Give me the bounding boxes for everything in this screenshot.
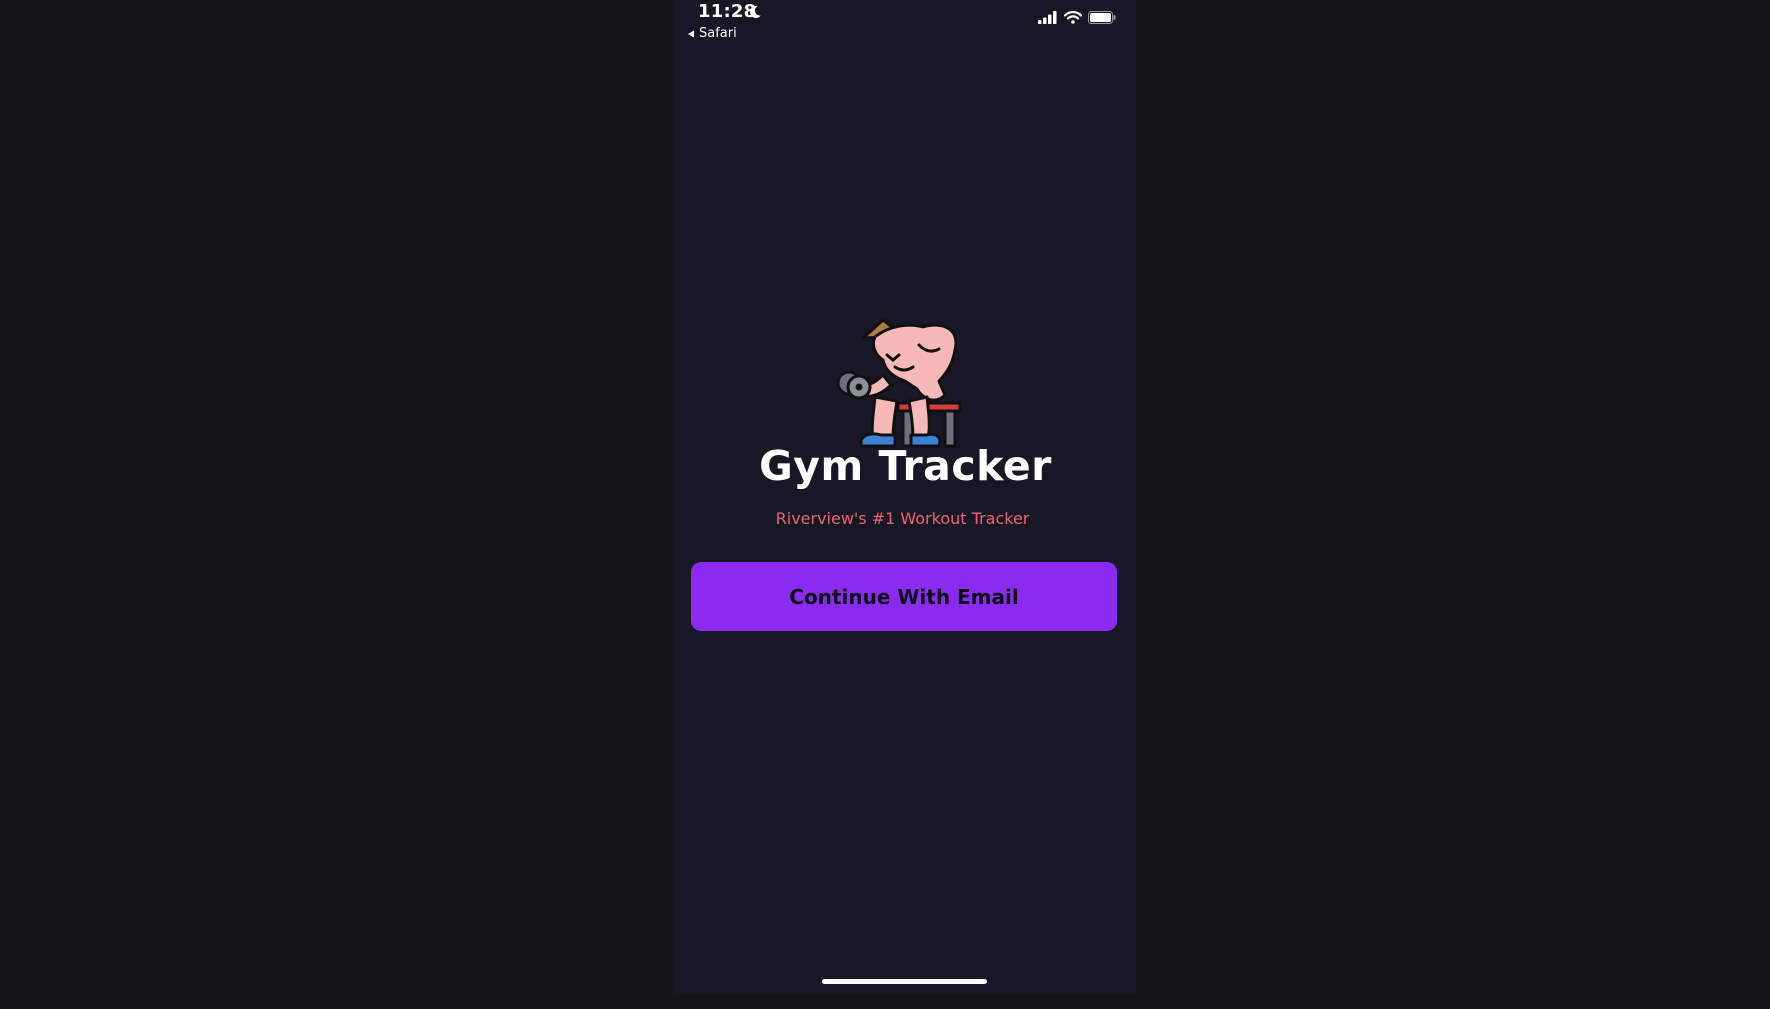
background-panel [1365,860,1770,1009]
home-indicator [822,979,987,984]
wifi-icon [1064,11,1082,24]
continue-with-email-button[interactable]: Continue With Email [691,562,1117,631]
status-bar: 11:28 Safari [675,0,1136,46]
app-title: Gym Tracker [759,442,1052,490]
phone-screen: 11:28 Safari Gym Tracker Riverview's #1 … [675,0,1136,994]
stage: 11:28 Safari Gym Tracker Riverview's #1 … [0,0,1770,1009]
back-to-safari-link[interactable]: Safari [687,26,737,41]
cellular-signal-icon [1038,11,1057,24]
battery-icon [1088,11,1116,24]
app-subtitle: Riverview's #1 Workout Tracker [775,509,1030,528]
gym-man-dumbbell-logo [836,318,962,448]
back-arrow-icon [688,30,694,37]
back-link-label: Safari [699,26,737,41]
status-indicators [1038,11,1116,24]
moon-icon [749,5,761,18]
